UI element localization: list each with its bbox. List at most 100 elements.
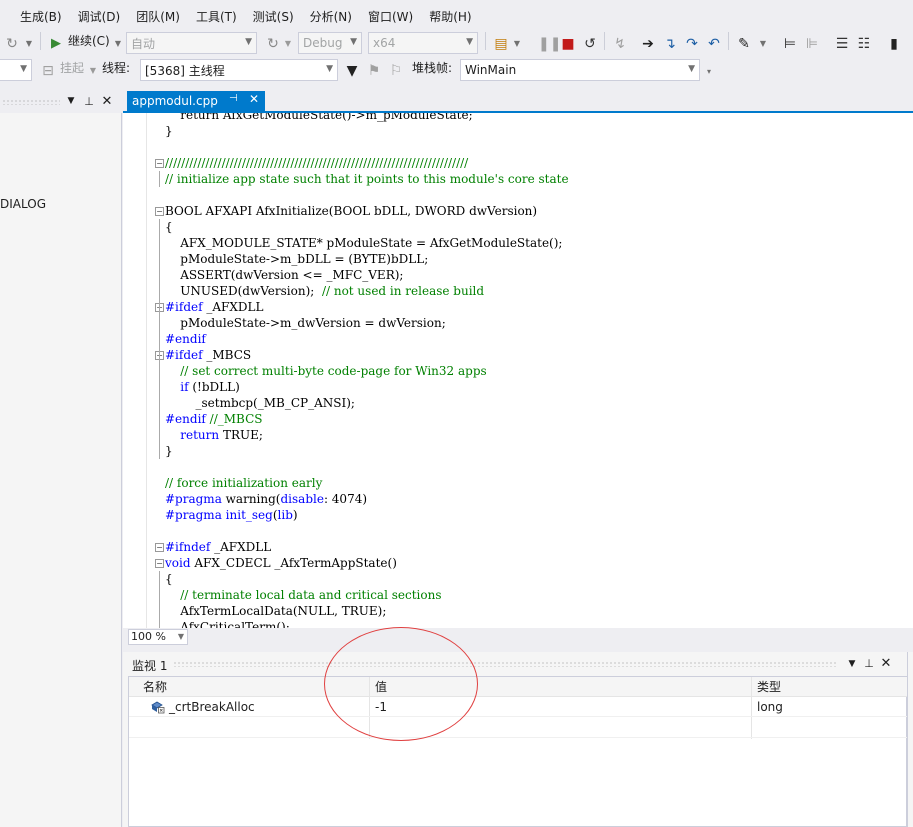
code-line[interactable]: {	[165, 219, 173, 235]
stop-debugging-icon[interactable]: ■	[560, 33, 576, 55]
suspend-label[interactable]: 挂起	[60, 57, 84, 79]
process-dropdown-icon[interactable]: ▼	[512, 33, 522, 55]
column-header-value[interactable]: 值	[369, 677, 387, 697]
menu-test[interactable]: 测试(S)	[245, 7, 302, 27]
thread-combo[interactable]: [5368] 主线程 ▼	[140, 59, 338, 81]
indicator-margin[interactable]	[123, 113, 147, 628]
code-line[interactable]: return TRUE;	[165, 427, 263, 443]
toolbar-overflow-icon[interactable]: ▾	[704, 61, 714, 83]
show-next-statement-icon[interactable]: ➔	[640, 33, 656, 55]
menu-window[interactable]: 窗口(W)	[360, 7, 421, 27]
build-config-combo[interactable]: Debug ▼	[298, 32, 362, 54]
hex-dropdown-icon[interactable]: ▼	[758, 33, 768, 55]
code-line[interactable]: AFX_MODULE_STATE* pModuleState = AfxGetM…	[165, 235, 562, 251]
process-combo[interactable]: ▼	[0, 59, 32, 81]
watch-name-cell[interactable]: _crtBreakAlloc	[167, 697, 255, 717]
code-line[interactable]: #endif //_MBCS	[165, 411, 263, 427]
menu-tools[interactable]: 工具(T)	[188, 7, 245, 27]
menu-analyze[interactable]: 分析(N)	[302, 7, 360, 27]
code-line[interactable]: _setmbcp(_MB_CP_ANSI);	[165, 395, 355, 411]
menu-help[interactable]: 帮助(H)	[421, 7, 479, 27]
indent-icon[interactable]: ⊨	[782, 33, 798, 55]
step-into-icon[interactable]: ↴	[662, 33, 678, 55]
table-row[interactable]: _crtBreakAlloc -1 long	[129, 697, 908, 717]
suspend-icon[interactable]: ⊟	[40, 60, 56, 82]
code-line[interactable]: }	[165, 123, 173, 139]
collapse-toggle-icon[interactable]: −	[155, 207, 164, 216]
code-line[interactable]: }	[165, 443, 173, 459]
drag-grip[interactable]	[2, 99, 60, 105]
code-line[interactable]: pModuleState->m_dwVersion = dwVersion;	[165, 315, 446, 331]
code-line[interactable]: return AfxGetModuleState()->m_pModuleSta…	[165, 113, 472, 123]
refresh-dropdown-icon[interactable]: ▼	[283, 33, 293, 55]
code-line[interactable]: AfxTermLocalData(NULL, TRUE);	[165, 603, 386, 619]
menu-debug[interactable]: 调试(D)	[70, 7, 129, 27]
continue-button[interactable]: 继续(C)	[68, 30, 110, 52]
collapse-toggle-icon[interactable]: −	[155, 543, 164, 552]
uncomment-lines-icon[interactable]: ☷	[856, 33, 872, 55]
process-icon[interactable]: ▤	[492, 33, 510, 55]
code-line[interactable]: ASSERT(dwVersion <= _MFC_VER);	[165, 267, 403, 283]
code-line[interactable]: #endif	[165, 331, 206, 347]
step-over-icon[interactable]: ↷	[684, 33, 700, 55]
flag-icon[interactable]: ⚑	[366, 60, 382, 82]
redo-icon[interactable]: ↻	[4, 33, 20, 55]
table-row-empty[interactable]	[129, 718, 908, 738]
continue-dropdown-icon[interactable]: ▼	[113, 33, 123, 55]
refresh-icon[interactable]: ↻	[265, 33, 281, 55]
code-line[interactable]: pModuleState->m_bDLL = (BYTE)bDLL;	[165, 251, 428, 267]
code-line[interactable]: {	[165, 571, 173, 587]
close-icon[interactable]: ✕	[100, 94, 114, 109]
column-header-type[interactable]: 类型	[751, 677, 781, 697]
code-line[interactable]: #pragma warning(disable: 4074)	[165, 491, 367, 507]
watch-value-cell[interactable]: -1	[369, 697, 387, 717]
close-icon[interactable]: ✕	[879, 656, 893, 671]
code-line[interactable]: // force initialization early	[165, 475, 322, 491]
code-line[interactable]: // initialize app state such that it poi…	[165, 171, 569, 187]
apply-changes-icon[interactable]: ↯	[612, 33, 628, 55]
code-line[interactable]: ////////////////////////////////////////…	[165, 155, 468, 171]
drag-grip[interactable]	[173, 661, 838, 667]
flag-just-my-code-icon[interactable]: ⚐	[388, 60, 404, 82]
zoom-combo[interactable]: 100 % ▼	[128, 629, 188, 645]
continue-icon[interactable]: ▶	[48, 33, 64, 55]
code-line[interactable]: #ifdef _MBCS	[165, 347, 251, 363]
suspend-dropdown-icon[interactable]: ▼	[88, 60, 98, 82]
hex-display-icon[interactable]: ✎	[736, 33, 752, 55]
platform-combo[interactable]: x64 ▼	[368, 32, 478, 54]
break-all-icon[interactable]: ❚❚	[538, 33, 561, 55]
code-line[interactable]: BOOL AFXAPI AfxInitialize(BOOL bDLL, DWO…	[165, 203, 537, 219]
collapse-toggle-icon[interactable]: −	[155, 159, 164, 168]
restart-icon[interactable]: ↺	[582, 33, 598, 55]
tab-appmodul-cpp[interactable]: appmodul.cpp ⊣ ✕	[127, 91, 265, 111]
code-line[interactable]: AfxCriticalTerm();	[165, 619, 290, 628]
code-line[interactable]: #pragma init_seg(lib)	[165, 507, 298, 523]
code-line[interactable]: UNUSED(dwVersion); // not used in releas…	[165, 283, 484, 299]
code-line[interactable]: #ifdef _AFXDLL	[165, 299, 263, 315]
pin-icon[interactable]: ⊥	[862, 657, 876, 670]
comment-lines-icon[interactable]: ☰	[834, 33, 850, 55]
close-icon[interactable]: ✕	[249, 92, 259, 106]
chevron-down-icon[interactable]: ▼	[64, 96, 78, 106]
column-header-name[interactable]: 名称	[137, 677, 167, 697]
tree-item-dialog[interactable]: DIALOG	[0, 197, 46, 211]
collapse-toggle-icon[interactable]: −	[155, 559, 164, 568]
redo-dropdown-icon[interactable]: ▼	[24, 33, 34, 55]
code-line[interactable]: if (!bDLL)	[165, 379, 240, 395]
code-line[interactable]: // set correct multi-byte code-page for …	[165, 363, 486, 379]
stack-frame-combo[interactable]: WinMain ▼	[460, 59, 700, 81]
step-out-icon[interactable]: ↶	[706, 33, 722, 55]
pin-icon[interactable]: ⊥	[82, 95, 96, 108]
code-line[interactable]: // terminate local data and critical sec…	[165, 587, 441, 603]
filter-icon[interactable]: ▼	[344, 60, 360, 82]
outdent-icon[interactable]: ⊫	[804, 33, 820, 55]
bookmark-icon[interactable]: ▮	[886, 33, 902, 55]
pin-icon[interactable]: ⊣	[229, 93, 238, 104]
code-editor[interactable]: return AfxGetModuleState()->m_pModuleSta…	[123, 113, 913, 628]
solution-config-combo[interactable]: 自动 ▼	[126, 32, 257, 54]
chevron-down-icon[interactable]: ▼	[845, 659, 859, 669]
menu-build[interactable]: 生成(B)	[12, 7, 70, 27]
code-line[interactable]: void AFX_CDECL _AfxTermAppState()	[165, 555, 397, 571]
code-line[interactable]: #ifndef _AFXDLL	[165, 539, 271, 555]
menu-team[interactable]: 团队(M)	[128, 7, 188, 27]
